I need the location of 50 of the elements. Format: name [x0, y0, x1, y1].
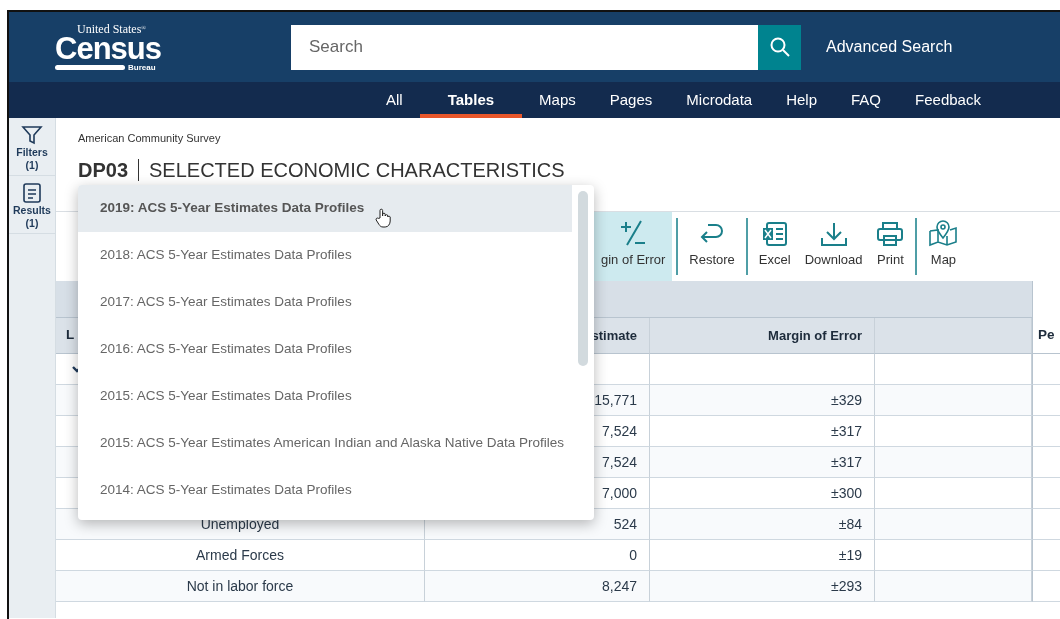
survey-name: American Community Survey: [78, 131, 222, 146]
table-cell: [1032, 416, 1060, 447]
nav-tab[interactable]: Microdata: [669, 82, 770, 118]
list-icon: [22, 182, 42, 205]
rail-tab-label[interactable]: Filters (1): [16, 146, 48, 172]
toolbar-button[interactable]: Print: [869, 212, 912, 281]
table-cell: ±329: [650, 385, 875, 416]
table-cell: [1032, 447, 1060, 478]
toolbar-button[interactable]: Excel: [751, 212, 798, 281]
table-cell: [1032, 540, 1060, 571]
table-title: SELECTED ECONOMIC CHARACTERISTICS: [149, 157, 565, 183]
table-cell: ±84: [650, 509, 875, 540]
spreadsheet-icon: [761, 220, 788, 247]
nav-tab[interactable]: Help: [769, 82, 835, 118]
search-icon: [769, 37, 790, 57]
nav-tab[interactable]: FAQ: [834, 82, 899, 118]
table-cell: [1032, 354, 1060, 385]
toolbar-button[interactable]: Map: [921, 212, 966, 281]
column-header[interactable]: Pe: [1032, 318, 1060, 354]
table-cell: [1032, 509, 1060, 540]
plus-minus-icon: [619, 218, 648, 247]
printer-icon: [876, 220, 905, 247]
table-cell: 8,247: [425, 571, 650, 602]
scrollbar-thumb[interactable]: [578, 191, 588, 366]
nav-tab[interactable]: Feedback: [898, 82, 998, 118]
logo[interactable]: United States$^{®}$ Census Bureau: [9, 22, 291, 72]
nav-tab[interactable]: All: [369, 82, 420, 118]
table-cell: [1032, 478, 1060, 509]
toolbar-button[interactable]: Download: [797, 212, 870, 281]
table-cell: ±317: [650, 447, 875, 478]
hand-cursor-icon: [375, 208, 391, 228]
table-cell: [1032, 385, 1060, 416]
map-pin-icon: [928, 218, 959, 247]
nav-tab[interactable]: Tables: [419, 82, 523, 118]
filter-icon: [21, 124, 43, 146]
toolbar-button[interactable]: gin of Error: [594, 212, 673, 281]
table-cell: [1032, 571, 1060, 602]
nav-tab[interactable]: Pages: [592, 82, 670, 118]
search-button[interactable]: [758, 24, 801, 70]
download-icon: [819, 220, 848, 247]
nav-tab[interactable]: Maps: [522, 82, 593, 118]
advanced-search-link[interactable]: Advanced Search: [826, 35, 953, 59]
rail-tab-label[interactable]: Results (1): [13, 204, 51, 230]
table-cell: Not in labor force: [56, 571, 425, 602]
table-id: DP03: [78, 157, 129, 183]
toolbar-button[interactable]: Restore: [682, 212, 742, 281]
table-cell: ±293: [650, 571, 875, 602]
dropdown-item[interactable]: 2019: ACS 5-Year Estimates Data Profiles: [78, 185, 572, 232]
search-field[interactable]: Search: [291, 24, 758, 70]
column-header[interactable]: Margin of Error: [650, 318, 875, 354]
